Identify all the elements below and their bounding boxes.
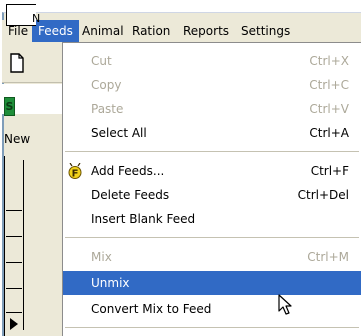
- grid-row-line: [6, 288, 22, 289]
- menu-item-label: Unmix: [91, 276, 130, 290]
- menu-item-select-all[interactable]: Select All Ctrl+A: [63, 121, 361, 145]
- menu-item-copy[interactable]: Copy Ctrl+C: [63, 73, 361, 97]
- menu-item-label: Mix: [91, 250, 112, 264]
- menu-item-shortcut: Ctrl+F: [310, 164, 349, 178]
- menu-item-label: Add Feeds...: [91, 164, 165, 178]
- tab-badge[interactable]: S: [4, 97, 15, 116]
- menu-item-add-feeds[interactable]: F Add Feeds... Ctrl+F: [63, 159, 361, 183]
- new-label[interactable]: New: [4, 132, 30, 146]
- new-document-icon[interactable]: [8, 53, 26, 73]
- menu-separator: [65, 151, 359, 152]
- menu-animal[interactable]: Animal: [76, 20, 130, 42]
- feeds-grid: [4, 156, 56, 336]
- window-top-strip: [0, 0, 361, 12]
- menu-item-shortcut: Ctrl+Del: [297, 188, 349, 202]
- menu-item-unmix[interactable]: Unmix: [63, 271, 361, 295]
- menu-item-cut[interactable]: Cut Ctrl+X: [63, 49, 361, 73]
- menu-item-shortcut: Ctrl+A: [309, 126, 349, 140]
- menu-item-mix[interactable]: Mix Ctrl+M: [63, 245, 361, 269]
- menu-ration[interactable]: Ration: [126, 20, 176, 42]
- menu-item-shortcut: Ctrl+X: [309, 54, 349, 68]
- feed-f-icon: F: [68, 163, 82, 180]
- menu-item-shortcut: Ctrl+M: [307, 250, 349, 264]
- menu-item-insert-blank-feed[interactable]: Insert Blank Feed: [63, 207, 361, 231]
- grid-column-divider: [23, 160, 24, 330]
- menu-item-label: Select All: [91, 126, 147, 140]
- menu-item-label: Delete Feeds: [91, 188, 170, 202]
- menu-item-shortcut: Ctrl+V: [309, 102, 349, 116]
- menu-item-shortcut: Ctrl+C: [309, 78, 349, 92]
- grid-row-line: [6, 210, 22, 211]
- menu-settings[interactable]: Settings: [235, 20, 296, 42]
- grid-row-line: [6, 236, 22, 237]
- menu-item-label: Convert Mix to Feed: [91, 302, 212, 316]
- menu-item-label: Insert Blank Feed: [91, 212, 196, 226]
- menu-item-label: Copy: [91, 78, 122, 92]
- menu-item-convert-mix-to-feed[interactable]: Convert Mix to Feed: [63, 297, 361, 321]
- grid-row-line: [6, 312, 22, 313]
- svg-text:F: F: [72, 169, 79, 180]
- menu-reports[interactable]: Reports: [177, 20, 235, 42]
- menu-item-label: Paste: [91, 102, 124, 116]
- menu-separator: [65, 237, 359, 238]
- menu-item-label: Cut: [91, 54, 112, 68]
- menu-item-delete-feeds[interactable]: Delete Feeds Ctrl+Del: [63, 183, 361, 207]
- menu-item-paste[interactable]: Paste Ctrl+V: [63, 97, 361, 121]
- menu-bar: File Feeds Animal Ration Reports Setting…: [2, 20, 361, 42]
- menu-separator: [65, 327, 359, 328]
- row-pointer-icon: [10, 318, 18, 330]
- grid-header-label: N: [32, 12, 41, 25]
- feeds-menu: Cut Ctrl+X Copy Ctrl+C Paste Ctrl+V Sele…: [62, 42, 361, 336]
- mouse-pointer-icon: [278, 294, 292, 315]
- grid-row-line: [6, 262, 22, 263]
